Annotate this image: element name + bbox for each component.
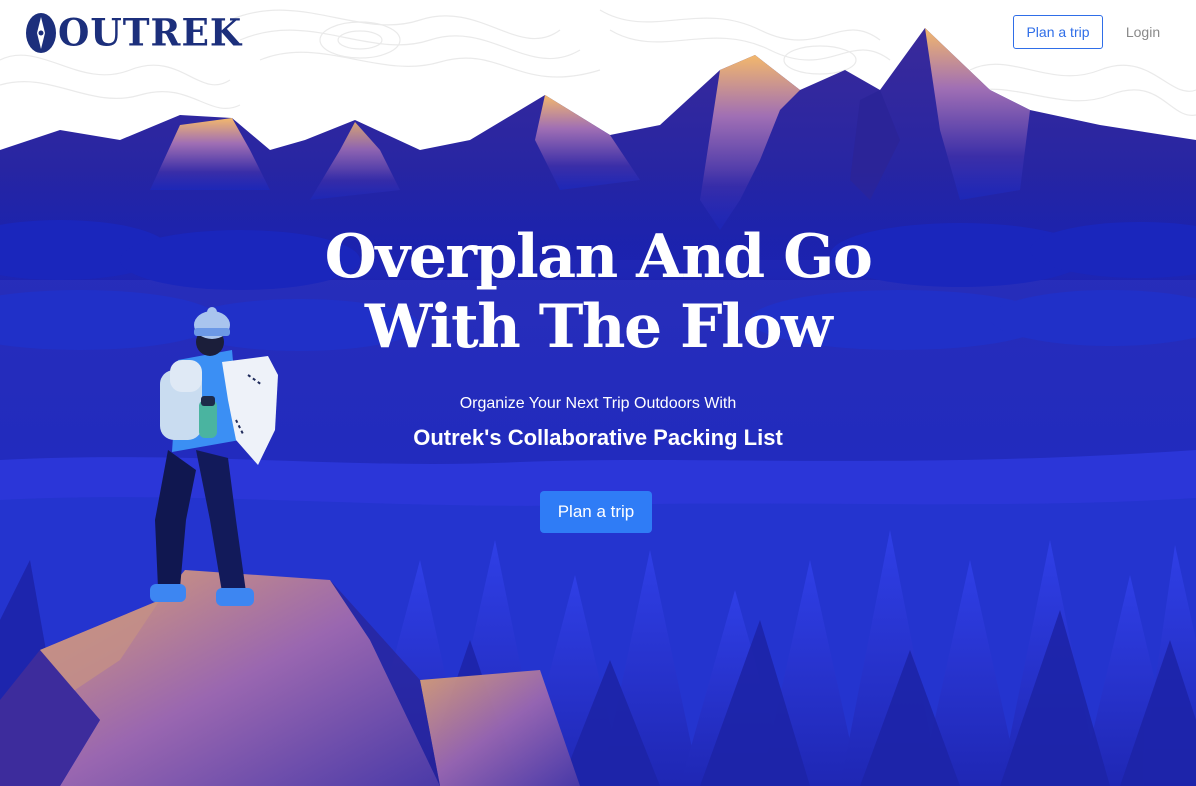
nav-plan-trip-button[interactable]: Plan a trip [1013, 15, 1103, 49]
outrek-logo[interactable]: OUTREK [24, 8, 242, 58]
hero-subtitle-strong: Outrek's Collaborative Packing List [413, 425, 783, 450]
hero-title-line-1: Overplan And Go [324, 222, 873, 292]
nav-login-link[interactable]: Login [1118, 15, 1168, 49]
landing-page: OUTREK Plan a trip Login Overplan And Go… [0, 0, 1196, 786]
hero-plan-trip-button[interactable]: Plan a trip [540, 491, 652, 533]
logo-wordmark: OUTREK [58, 10, 243, 56]
top-navbar: OUTREK Plan a trip Login [0, 0, 1196, 66]
hero-title: Overplan And Go With The Flow [298, 222, 898, 362]
compass-needle-icon [26, 13, 56, 53]
hero-title-line-2: With The Flow [364, 292, 833, 362]
hero-subtitle: Organize Your Next Trip Outdoors With [459, 395, 737, 412]
